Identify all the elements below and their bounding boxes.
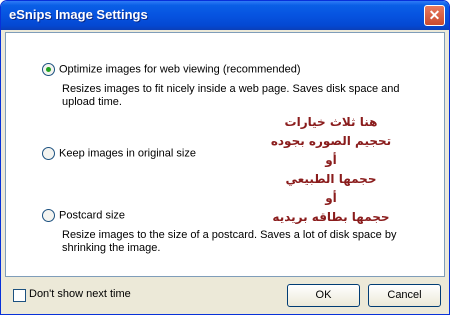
option-optimize-label[interactable]: Optimize images for web viewing (recomme… bbox=[59, 64, 300, 76]
annotation-line: أو bbox=[325, 153, 337, 167]
annotation-line: أو bbox=[325, 191, 337, 205]
dont-show-checkbox[interactable] bbox=[13, 289, 26, 302]
option-original-size[interactable]: Keep images in original size bbox=[42, 147, 196, 160]
option-postcard[interactable]: Postcard size bbox=[42, 209, 125, 222]
radio-optimize[interactable] bbox=[42, 63, 55, 76]
option-optimize[interactable]: Optimize images for web viewing (recomme… bbox=[42, 63, 300, 76]
ok-button[interactable]: OK bbox=[287, 284, 360, 307]
radio-original-size[interactable] bbox=[42, 147, 55, 160]
option-optimize-description: Resizes images to fit nicely inside a we… bbox=[62, 83, 400, 108]
close-button[interactable]: ✕ bbox=[424, 5, 445, 26]
option-original-size-label[interactable]: Keep images in original size bbox=[59, 148, 196, 160]
window-title: eSnips Image Settings bbox=[9, 7, 148, 22]
arabic-annotation: هنا ثلاث خيارات تحجيم الصوره بجوده أو حج… bbox=[236, 113, 426, 227]
option-postcard-label[interactable]: Postcard size bbox=[59, 210, 125, 222]
option-postcard-description: Resize images to the size of a postcard.… bbox=[62, 229, 397, 254]
radio-postcard[interactable] bbox=[42, 209, 55, 222]
annotation-line: هنا ثلاث خيارات bbox=[284, 115, 378, 129]
close-icon: ✕ bbox=[428, 7, 441, 23]
options-panel: Optimize images for web viewing (recomme… bbox=[5, 32, 445, 277]
dialog-footer: Don't show next time OK Cancel bbox=[1, 279, 449, 314]
title-bar[interactable]: eSnips Image Settings ✕ bbox=[1, 1, 449, 30]
settings-dialog: eSnips Image Settings ✕ Optimize images … bbox=[0, 0, 450, 315]
dont-show-label[interactable]: Don't show next time bbox=[29, 288, 131, 300]
annotation-line: تحجيم الصوره بجوده bbox=[270, 134, 392, 148]
cancel-button[interactable]: Cancel bbox=[368, 284, 441, 307]
annotation-line: حجمها الطبيعي bbox=[285, 172, 377, 186]
annotation-line: حجمها بطاقه بريديه bbox=[272, 210, 390, 224]
